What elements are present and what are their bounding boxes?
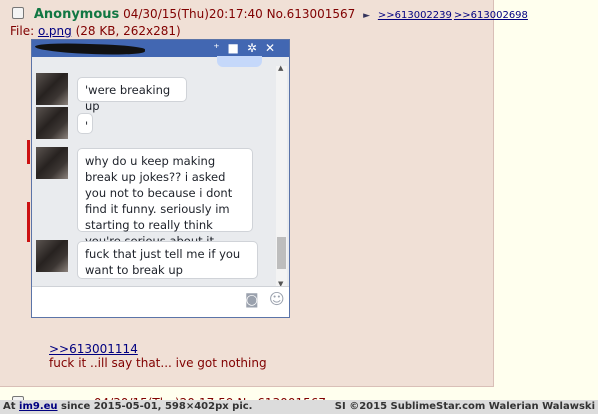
watermark-site-link[interactable]: im9.eu	[19, 401, 58, 412]
chat-title-bar: ⁺■✲✕	[32, 40, 289, 57]
chat-message: why do u keep making break up jokes?? i …	[77, 148, 253, 248]
post-message: fuck it ..ill say that... ive got nothin…	[49, 356, 267, 370]
chat-message: '	[77, 113, 93, 134]
file-label: File:	[10, 24, 35, 38]
avatar	[36, 73, 68, 105]
post-datetime: 04/30/15(Thu)20:17:40	[123, 7, 263, 21]
quote-link[interactable]: >>613001114	[49, 342, 138, 356]
chat-screenshot-image[interactable]: ⁺■✲✕ 'were breaking up ' why do u keep m…	[31, 39, 290, 318]
watermark-bar: At im9.eu since 2015-05-01, 598×402px pi…	[0, 400, 598, 414]
close-icon: ✕	[264, 41, 283, 55]
file-info: File: o.png (28 KB, 262x281)	[10, 24, 181, 38]
post-number[interactable]: No.613001567	[267, 7, 356, 21]
camera-icon[interactable]: ◙	[245, 292, 259, 308]
emoji-icon[interactable]: ☺	[269, 290, 285, 308]
video-call-icon: ■	[227, 41, 247, 55]
file-meta: (28 KB, 262x281)	[75, 24, 181, 38]
image-edge-mark	[27, 140, 30, 164]
add-person-icon: ⁺	[213, 41, 228, 55]
chat-message: 'were breaking up	[77, 77, 187, 113]
watermark-suffix: since 2015-05-01, 598×402px pic.	[57, 401, 253, 412]
scroll-up-icon[interactable]: ▲	[278, 64, 283, 72]
watermark-left: At im9.eu since 2015-05-01, 598×402px pi…	[3, 400, 252, 414]
chat-message: fuck that just tell me if you want to br…	[77, 241, 258, 279]
redacted-name-scribble	[34, 42, 146, 56]
file-link[interactable]: o.png	[38, 24, 72, 38]
avatar	[36, 147, 68, 179]
reply-post: Anonymous 04/30/15(Thu)20:17:40 No.61300…	[0, 0, 528, 387]
post-header: Anonymous 04/30/15(Thu)20:17:40 No.61300…	[12, 7, 530, 22]
watermark-prefix: At	[3, 401, 20, 412]
sent-bubble-partial	[217, 56, 262, 67]
post-checkbox[interactable]	[12, 7, 24, 19]
backlink-1[interactable]: >>613002239	[378, 10, 452, 21]
scrollbar-thumb[interactable]	[277, 237, 286, 269]
avatar	[36, 240, 68, 272]
avatar	[36, 107, 68, 139]
post-menu-arrow-icon[interactable]: ►	[363, 11, 370, 21]
watermark-right: SI ©2015 SublimeStar.com Walerian Walaws…	[334, 401, 595, 412]
chat-scrollbar[interactable]: ▲ ▼	[276, 64, 287, 288]
poster-name: Anonymous	[33, 7, 120, 22]
chat-bar-icons: ⁺■✲✕	[213, 41, 283, 55]
chat-input-bar[interactable]: ◙ ☺	[32, 286, 289, 317]
image-edge-mark	[27, 202, 30, 242]
gear-icon: ✲	[246, 41, 265, 55]
backlink-2[interactable]: >>613002698	[454, 10, 528, 21]
